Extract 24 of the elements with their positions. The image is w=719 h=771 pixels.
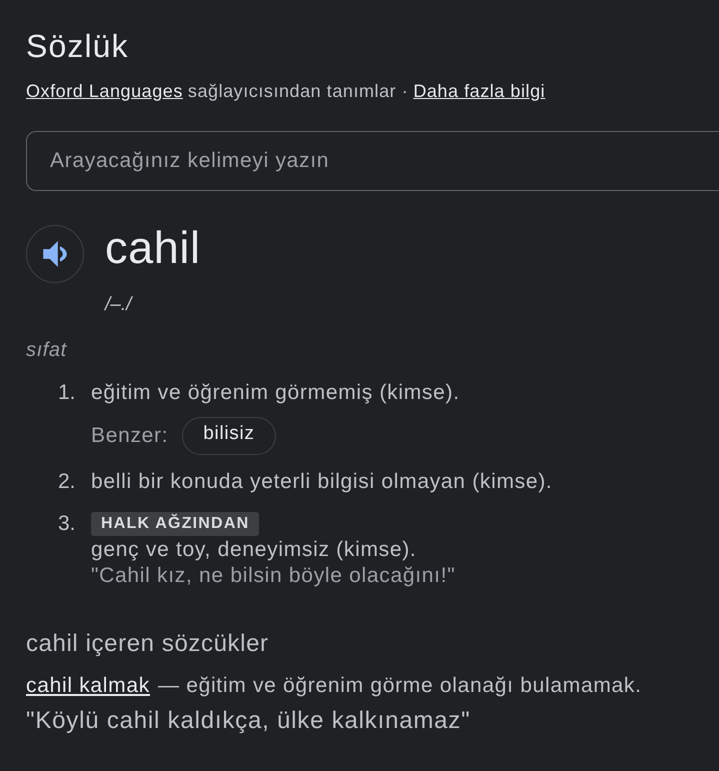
usage-label: HALK AĞZINDAN — [91, 512, 260, 536]
sense-number: 3. — [58, 512, 77, 536]
phrase-link[interactable]: cahil kalmak — [26, 673, 150, 699]
definition-text: belli bir konuda yeterli bilgisi olmayan (kimse). — [91, 469, 552, 495]
phrase-definition: — eğitim ve öğrenim görme olanağı bulamamak. — [158, 673, 642, 699]
section-heading: cahil içeren sözcükler — [26, 630, 269, 658]
more-info-link[interactable]: Daha fazla bilgi — [413, 80, 546, 102]
source-link[interactable]: Oxford Languages — [26, 80, 183, 102]
phonetic-text: /–./ — [105, 293, 132, 317]
search-field[interactable]: Arayacağınız kelimeyi yazın — [26, 131, 719, 191]
definition-text: genç ve toy, deneyimsiz (kimse). — [91, 537, 416, 563]
sense-number: 2. — [58, 469, 77, 495]
pronunciation-button[interactable] — [26, 225, 84, 283]
phrase-example: "Köylü cahil kaldıkça, ülke kalkınamaz" — [26, 707, 470, 735]
similar-word-chip[interactable]: bilisiz — [182, 417, 276, 455]
speaker-icon — [43, 241, 67, 267]
dictionary-title: Sözlük — [26, 28, 129, 64]
headword: cahil — [105, 223, 201, 273]
similar-label: Benzer: — [91, 423, 168, 449]
source-text: sağlayıcısından tanımlar · — [188, 80, 408, 102]
sense-number: 1. — [58, 380, 77, 406]
definition-text: eğitim ve öğrenim görmemiş (kimse). — [91, 380, 460, 406]
part-of-speech: sıfat — [26, 338, 67, 362]
example-text: "Cahil kız, ne bilsin böyle olacağını!" — [91, 563, 456, 589]
